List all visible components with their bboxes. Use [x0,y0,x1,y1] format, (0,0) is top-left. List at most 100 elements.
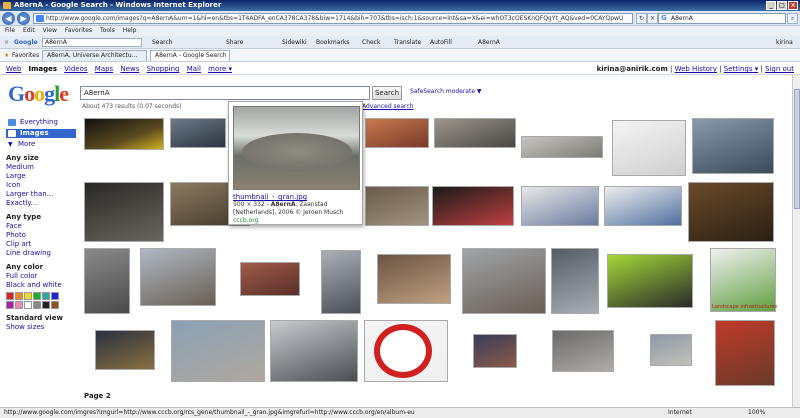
status-zoom[interactable]: 100% [748,408,765,418]
size-medium[interactable]: Medium [6,163,76,172]
color-swatch[interactable] [15,301,23,309]
favorites-star-icon[interactable]: ★ [4,49,9,62]
size-exactly[interactable]: Exactly... [6,199,76,208]
image-result-thumb[interactable] [434,118,516,148]
menu-help[interactable]: Help [123,26,137,36]
menu-file[interactable]: File [5,26,15,36]
image-result-thumb[interactable] [365,186,429,226]
image-result-thumb[interactable] [521,136,603,158]
gbar-sign-out[interactable]: Sign out [765,65,794,73]
favorites-label[interactable]: Favorites [12,49,39,62]
menu-view[interactable]: View [43,26,57,36]
color-swatch[interactable] [51,301,59,309]
nav-images[interactable]: Images [6,129,76,138]
tab-1[interactable]: A8ernA, Universe Architectu... [42,50,147,61]
color-swatch[interactable] [42,301,50,309]
image-result-thumb[interactable] [140,248,216,306]
color-swatch[interactable] [6,301,14,309]
image-result-thumb[interactable] [521,186,599,226]
gbar-mail[interactable]: Mail [187,65,201,73]
image-result-thumb[interactable] [710,248,776,312]
image-result-thumb[interactable] [84,118,164,150]
close-button[interactable]: × [788,1,798,10]
toolbar-share-button[interactable]: Share [226,36,243,49]
menu-favorites[interactable]: Favorites [65,26,92,36]
gbar-web[interactable]: Web [6,65,21,73]
image-result-thumb[interactable] [688,182,774,242]
image-result-thumb[interactable] [552,330,614,372]
size-icon[interactable]: Icon [6,181,76,190]
gbar-videos[interactable]: Videos [64,65,87,73]
no-sign-thumb[interactable] [374,324,432,378]
gbar-maps[interactable]: Maps [95,65,113,73]
type-face[interactable]: Face [6,222,76,231]
address-bar[interactable]: http://www.google.com/images?q=A8ernA&um… [33,13,633,24]
color-swatch[interactable] [24,301,32,309]
toolbar-check-button[interactable]: Check [362,36,380,49]
image-result-thumb[interactable] [473,334,517,368]
image-result-thumb[interactable] [607,254,693,308]
toolbar-search-input[interactable]: A8ernA [42,38,142,47]
toolbar-query-button[interactable]: A8ernA [478,36,500,49]
color-swatch[interactable] [33,292,41,300]
image-result-thumb[interactable] [321,250,361,314]
gbar-more[interactable]: more ▾ [208,65,232,73]
browser-search-input[interactable]: G A8ernA [658,13,786,24]
image-result-thumb[interactable] [650,334,692,366]
hover-preview[interactable]: thumbnail_-_gran.jpg 500 × 332 - A8ernA.… [228,101,363,225]
image-result-thumb[interactable] [462,248,546,314]
toolbar-autofill-button[interactable]: AutoFill [430,36,452,49]
refresh-icon[interactable]: ↻ [636,13,647,24]
preview-image[interactable] [233,106,360,190]
type-photo[interactable]: Photo [6,231,76,240]
color-swatch[interactable] [42,292,50,300]
menu-tools[interactable]: Tools [100,26,115,36]
view-show-sizes[interactable]: Show sizes [6,323,76,332]
gbar-web-history[interactable]: Web History [675,65,717,73]
image-result-thumb[interactable] [551,248,599,314]
image-result-thumb[interactable] [365,118,429,148]
image-result-thumb[interactable] [715,320,775,386]
back-icon[interactable]: ◀ [2,12,15,25]
page-scrollbar[interactable] [792,75,800,407]
forward-icon[interactable]: ▶ [17,12,30,25]
toolbar-account[interactable]: kirina [776,36,793,49]
color-swatch[interactable] [6,292,14,300]
image-result-thumb[interactable] [171,320,265,382]
image-result-thumb[interactable] [240,262,300,296]
search-go-icon[interactable]: ⌕ [787,13,798,24]
color-swatch[interactable] [15,292,23,300]
gbar-images[interactable]: Images [29,65,58,73]
search-input[interactable]: A8ernA [80,86,370,100]
scroll-thumb[interactable] [794,89,800,209]
image-result-thumb[interactable] [270,320,358,382]
tab-2[interactable]: A8ernA - Google Search [150,50,230,61]
color-swatch[interactable] [33,301,41,309]
type-clip-art[interactable]: Clip art [6,240,76,249]
gbar-settings[interactable]: Settings ▾ [724,65,758,73]
type-line-drawing[interactable]: Line drawing [6,249,76,258]
toolbar-close-icon[interactable]: × [4,36,9,49]
color-bw[interactable]: Black and white [6,281,76,290]
image-result-thumb[interactable] [604,186,682,226]
gbar-shopping[interactable]: Shopping [147,65,180,73]
image-result-thumb[interactable] [612,120,686,176]
nav-more[interactable]: ▼ More [6,140,76,149]
image-result-thumb[interactable] [95,330,155,370]
toolbar-search-button[interactable]: Search [152,36,173,49]
maximize-button[interactable]: □ [777,1,787,10]
color-swatch[interactable] [51,292,59,300]
minimize-button[interactable]: _ [766,1,776,10]
search-button[interactable]: Search [372,86,402,100]
toolbar-sidewiki-button[interactable]: Sidewiki [282,36,307,49]
advanced-search-link[interactable]: Advanced search [362,103,413,110]
gbar-news[interactable]: News [120,65,139,73]
nav-everything[interactable]: Everything [6,118,76,127]
google-logo[interactable]: Google [8,82,69,106]
image-result-thumb[interactable] [84,182,164,242]
image-result-thumb[interactable] [692,118,774,174]
preview-link[interactable]: thumbnail_-_gran.jpg [233,193,358,201]
image-result-thumb[interactable] [377,254,451,304]
menu-edit[interactable]: Edit [23,26,35,36]
safesearch-toggle[interactable]: SafeSearch moderate ▼ [410,87,482,97]
